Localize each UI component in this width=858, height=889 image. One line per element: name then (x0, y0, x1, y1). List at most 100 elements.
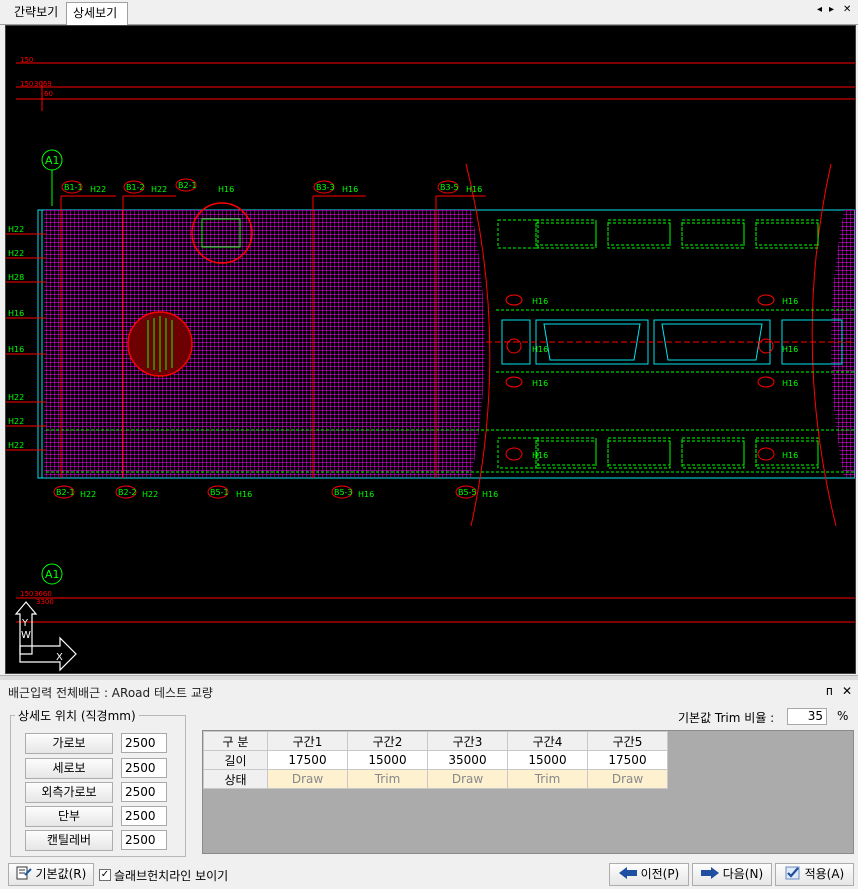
svg-text:B1-1: B1-1 (64, 183, 83, 192)
dim-label: 3069 (34, 80, 52, 88)
grid-column-header: 구간5 (587, 731, 668, 751)
grid-row-header-length: 길이 (203, 750, 268, 770)
panel-splitter[interactable] (0, 675, 858, 680)
arrow-right-icon (700, 867, 719, 879)
cad-viewport[interactable]: 150 150 3069 60 A1 H22 H22 H28 H16 H16 H… (5, 25, 856, 674)
left-bar-marks: H22 H22 H28 H16 H16 H22 H22 H22 (8, 225, 24, 450)
top-rebar-tags: B1-1 H22 B1-2 H22 B2-1 H16 B3-3 H16 B3-5… (61, 178, 482, 194)
next-button[interactable]: 다음(N) (692, 863, 772, 886)
span-length-cell[interactable]: 17500 (267, 750, 348, 770)
svg-text:B5-5: B5-5 (458, 488, 477, 497)
default-button[interactable]: 기본값(R) (8, 863, 94, 886)
svg-text:H16: H16 (358, 490, 374, 499)
svg-text:H22: H22 (8, 441, 24, 450)
position-group-legend: 상세도 위치 (직경mm) (18, 709, 136, 723)
tab-detail-view[interactable]: 상세보기 (66, 2, 128, 25)
tab-next-icon[interactable]: ▸ (829, 4, 834, 15)
rebar-mesh-right (831, 210, 855, 478)
panel-title: 배근입력 전체배근 : ARoad 테스트 교량 (8, 686, 213, 700)
dim-label: 60 (44, 90, 53, 98)
svg-text:H16: H16 (8, 309, 24, 318)
tab-close-icon[interactable]: ✕ (843, 4, 851, 15)
end-input[interactable]: 2500 (121, 806, 167, 826)
svg-text:H22: H22 (8, 393, 24, 402)
ucs-y-label: Y (21, 618, 29, 629)
span-state-cell[interactable]: Trim (347, 769, 428, 789)
mid-rebar-tags: H16 H16 H16 H16 H16 H16 H16 H16 (532, 297, 798, 460)
trim-ratio-unit: % (837, 709, 849, 723)
next-button-label: 다음(N) (722, 867, 764, 881)
svg-text:H22: H22 (151, 185, 167, 194)
close-icon[interactable]: ✕ (842, 684, 852, 698)
dim-label: 3300 (36, 598, 54, 606)
slab-panels-top (497, 219, 819, 249)
span-length-cell[interactable]: 15000 (347, 750, 428, 770)
crossbeam-input[interactable]: 2500 (121, 733, 167, 753)
svg-text:H22: H22 (90, 185, 106, 194)
grid-column-header: 구간3 (427, 731, 508, 751)
trim-ratio-input[interactable]: 35 (787, 708, 827, 725)
dim-label: 3660 (34, 590, 52, 598)
svg-text:B2-1: B2-1 (56, 488, 75, 497)
svg-text:H16: H16 (8, 345, 24, 354)
tab-simple-view[interactable]: 간략보기 (8, 2, 66, 23)
span-length-cell[interactable]: 17500 (587, 750, 668, 770)
axis-label-top: A1 (45, 154, 60, 167)
ucs-x-label: X (56, 652, 63, 663)
checkmark-icon (785, 866, 800, 880)
span-state-cell[interactable]: Draw (427, 769, 508, 789)
svg-text:H22: H22 (142, 490, 158, 499)
apply-button[interactable]: 적용(A) (775, 863, 854, 886)
dim-label: 150 (20, 80, 33, 88)
span-length-cell[interactable]: 15000 (507, 750, 588, 770)
svg-text:H16: H16 (782, 297, 798, 306)
cantilever-button[interactable]: 캔틸레버 (25, 830, 113, 851)
grid-column-header: 구간1 (267, 731, 348, 751)
cad-drawing: 150 150 3069 60 A1 H22 H22 H28 H16 H16 H… (6, 56, 855, 672)
crossbeam-button[interactable]: 가로보 (25, 733, 113, 754)
svg-text:B5-3: B5-3 (334, 488, 353, 497)
cantilever-input[interactable]: 2500 (121, 830, 167, 850)
svg-text:B3-5: B3-5 (440, 183, 459, 192)
span-state-cell[interactable]: Trim (507, 769, 588, 789)
svg-text:H16: H16 (782, 345, 798, 354)
arrow-left-icon (618, 867, 637, 879)
dim-label: 150 (20, 56, 33, 64)
apply-button-label: 적용(A) (804, 867, 845, 881)
show-haunch-line-label: 슬래브헌치라인 보이기 (114, 869, 229, 883)
svg-text:B2-2: B2-2 (118, 488, 137, 497)
svg-text:H22: H22 (8, 249, 24, 258)
outer-crossbeam-button[interactable]: 외측가로보 (25, 782, 113, 803)
svg-text:H22: H22 (80, 490, 96, 499)
svg-text:H16: H16 (482, 490, 498, 499)
svg-text:H16: H16 (342, 185, 358, 194)
svg-text:B5-1: B5-1 (210, 488, 229, 497)
svg-text:H16: H16 (532, 297, 548, 306)
grid-corner-header: 구 분 (203, 731, 268, 751)
span-state-cell[interactable]: Draw (587, 769, 668, 789)
view-tab-bar: 간략보기 상세보기 ◂ ▸ ✕ (0, 0, 858, 25)
prev-button[interactable]: 이전(P) (609, 863, 689, 886)
svg-text:H16: H16 (782, 379, 798, 388)
stringer-input[interactable]: 2500 (121, 758, 167, 778)
bottom-rebar-tags: B2-1 H22 B2-2 H22 B5-1 H16 B5-3 H16 B5-5… (53, 485, 498, 499)
svg-text:H16: H16 (532, 345, 548, 354)
show-haunch-line-checkbox[interactable]: ✓ (99, 869, 111, 881)
span-state-cell[interactable]: Draw (267, 769, 348, 789)
outer-crossbeam-input[interactable]: 2500 (121, 782, 167, 802)
trim-ratio-label: 기본값 Trim 비율 : (678, 711, 775, 725)
svg-text:H28: H28 (8, 273, 24, 282)
tab-prev-icon[interactable]: ◂ (817, 4, 822, 15)
span-grid: 구 분 구간1 구간2 구간3 구간4 구간5 길이 17500 15000 3… (203, 731, 668, 789)
dim-label: 150 (20, 590, 33, 598)
pin-icon[interactable]: ᴨ (826, 684, 833, 698)
svg-text:H16: H16 (532, 451, 548, 460)
end-button[interactable]: 단부 (25, 806, 113, 827)
top-dimension-lines (16, 62, 855, 111)
svg-text:H22: H22 (8, 417, 24, 426)
axis-label-bottom: A1 (45, 568, 60, 581)
span-length-cell[interactable]: 35000 (427, 750, 508, 770)
rebar-mesh-left (44, 210, 485, 478)
stringer-button[interactable]: 세로보 (25, 758, 113, 779)
default-button-label: 기본값(R) (35, 867, 87, 881)
